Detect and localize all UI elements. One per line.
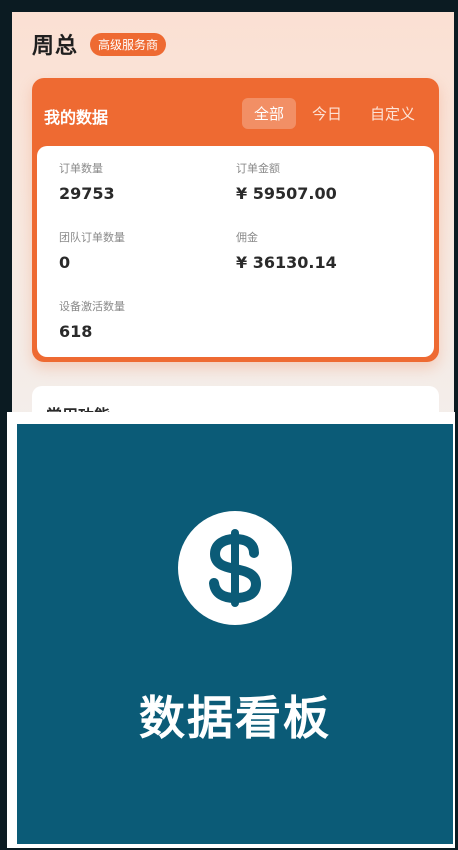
metric-label: 订单金额 — [236, 162, 280, 175]
metric-order-amount: 订单金额 ¥ 59507.00 — [236, 160, 337, 203]
metric-commission: 佣金 ¥ 36130.14 — [236, 229, 337, 272]
user-header: 周总 高级服务商 — [32, 28, 167, 60]
dollar-sign-icon — [209, 529, 262, 607]
level-badge: 高级服务商 — [90, 32, 167, 56]
metric-device-activation: 设备激活数量 618 — [59, 298, 125, 341]
user-name: 周总 — [32, 34, 79, 59]
tab-today[interactable]: 今日 — [300, 98, 354, 129]
tile-title: 数据看板 — [139, 691, 331, 745]
metric-value: ¥ 59507.00 — [236, 184, 337, 203]
metric-value: 29753 — [59, 184, 115, 203]
screenshot-canvas: 周总 高级服务商 我的数据 全部 今日 自定义 订单数量 29753 订单金额 … — [0, 0, 458, 850]
metric-label: 团队订单数量 — [59, 231, 125, 244]
dashboard-tile[interactable]: 数据看板 — [7, 412, 455, 848]
metric-label: 佣金 — [236, 231, 258, 244]
metric-value: 618 — [59, 322, 93, 341]
metrics-panel: 订单数量 29753 订单金额 ¥ 59507.00 团队订单数量 0 佣金 ¥… — [37, 146, 434, 357]
my-data-card: 我的数据 全部 今日 自定义 订单数量 29753 订单金额 ¥ 59507.0… — [32, 78, 439, 362]
date-range-tabs: 全部 今日 自定义 — [238, 98, 427, 129]
metric-value: 0 — [59, 253, 71, 272]
tile-background: 数据看板 — [17, 424, 453, 844]
tab-all[interactable]: 全部 — [241, 98, 296, 129]
metric-order-count: 订单数量 29753 — [59, 160, 115, 203]
dollar-coin-icon — [178, 511, 292, 625]
metric-value: ¥ 36130.14 — [236, 253, 337, 272]
tab-custom[interactable]: 自定义 — [358, 98, 427, 129]
metric-label: 设备激活数量 — [59, 300, 125, 313]
metric-team-order-count: 团队订单数量 0 — [59, 229, 125, 272]
metric-label: 订单数量 — [59, 162, 103, 175]
card-title: 我的数据 — [44, 108, 109, 127]
phone-screen: 周总 高级服务商 我的数据 全部 今日 自定义 订单数量 29753 订单金额 … — [12, 12, 454, 432]
